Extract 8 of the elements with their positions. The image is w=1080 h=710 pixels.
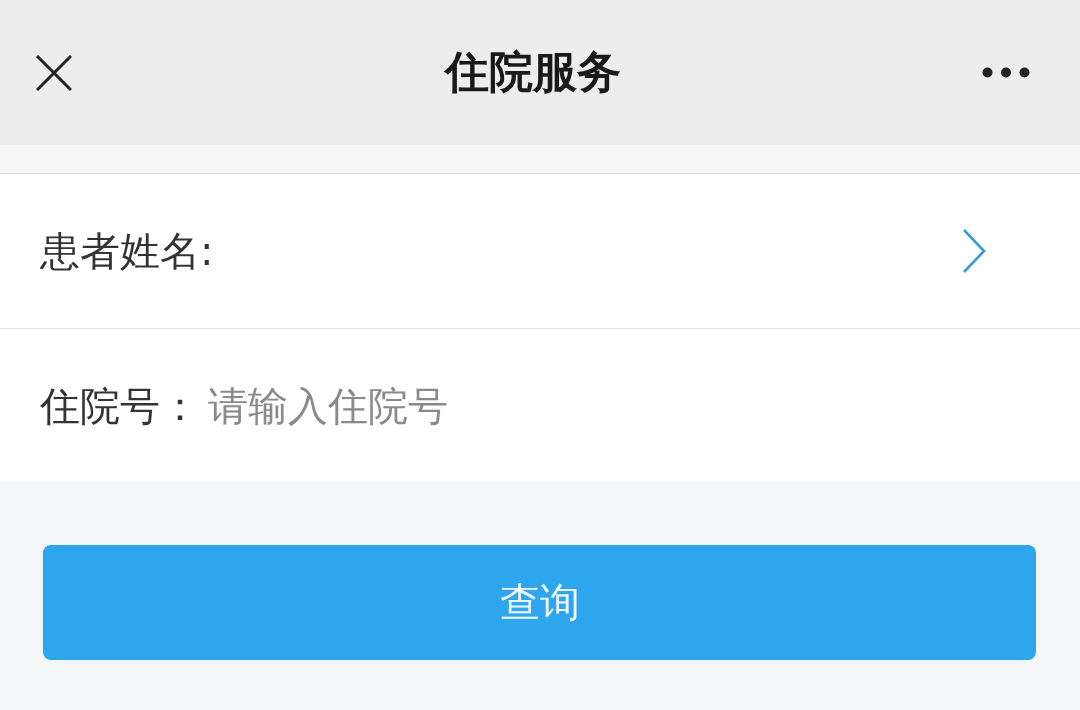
- more-icon[interactable]: [982, 67, 1030, 78]
- close-icon[interactable]: [36, 54, 72, 91]
- field-label: 患者姓名:: [40, 227, 214, 275]
- input-field[interactable]: 请输入住院号: [208, 381, 986, 430]
- field-label: 住院号：: [40, 381, 200, 430]
- page-title: 住院服务: [445, 46, 621, 99]
- query-button[interactable]: 查询: [43, 545, 1036, 660]
- chevron-right-icon[interactable]: [962, 228, 986, 274]
